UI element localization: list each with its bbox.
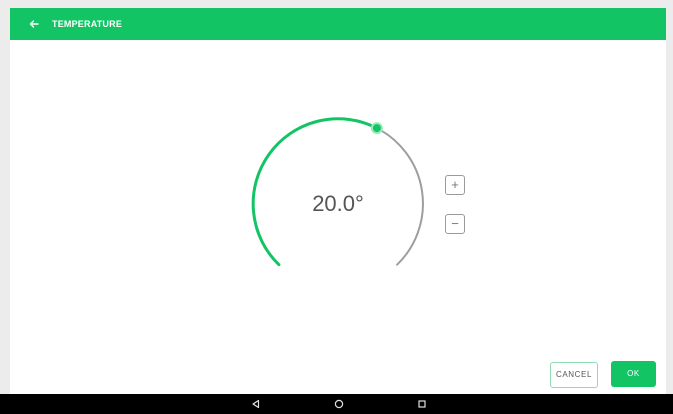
triangle-back-icon [252,399,260,409]
increase-button[interactable]: + [445,175,465,195]
temperature-value: 20.0° [312,191,364,216]
nav-home-button[interactable] [332,397,346,411]
circle-home-icon [334,399,344,409]
cancel-button[interactable]: CANCEL [550,362,598,388]
dialog-screen: TEMPERATURE 20.0° + − CANCEL OK [10,8,666,394]
square-recents-icon [418,400,426,408]
dial-handle[interactable] [370,122,383,135]
ok-button[interactable]: OK [611,361,656,387]
nav-back-button[interactable] [249,397,263,411]
nav-recents-button[interactable] [415,397,429,411]
system-nav-bar [0,394,673,414]
decrease-button[interactable]: − [445,214,465,234]
